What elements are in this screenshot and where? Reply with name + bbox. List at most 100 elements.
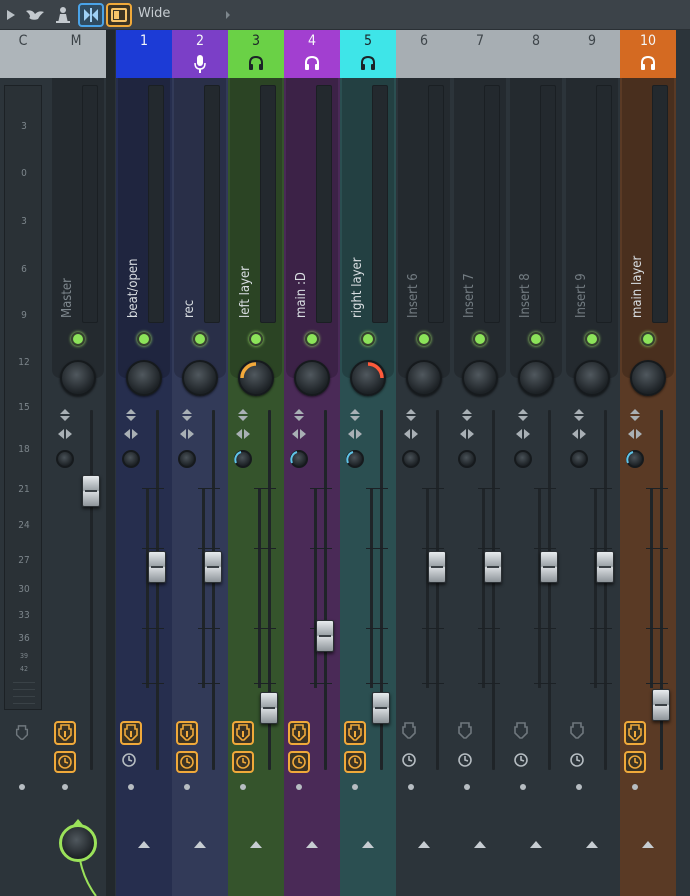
pan-knob[interactable] <box>126 360 162 396</box>
track-enable-led[interactable] <box>585 332 599 346</box>
track-dot[interactable] <box>632 784 638 790</box>
track-enable-led[interactable] <box>641 332 655 346</box>
route-button[interactable] <box>120 721 142 745</box>
track-name[interactable]: Insert 9 <box>574 273 590 318</box>
stereo-knob[interactable] <box>458 450 476 468</box>
master-volume-fader[interactable] <box>82 475 100 507</box>
track-enable-led[interactable] <box>137 332 151 346</box>
headphones-icon[interactable] <box>639 54 657 76</box>
master-dot[interactable] <box>62 784 68 790</box>
current-route-icon[interactable] <box>14 724 30 746</box>
pan-knob[interactable] <box>574 360 610 396</box>
track-name[interactable]: main layer <box>630 256 646 318</box>
master-route-button[interactable] <box>54 721 76 745</box>
swap-channels-icon[interactable] <box>179 428 195 440</box>
swap-channels-icon[interactable] <box>515 428 531 440</box>
delay-clock-icon[interactable] <box>344 751 366 773</box>
current-column-header[interactable]: C <box>0 30 46 78</box>
master-delay-clock-icon[interactable] <box>54 751 76 773</box>
stereo-separation-icon[interactable] <box>404 408 418 422</box>
stereo-separation-icon[interactable] <box>180 408 194 422</box>
swap-channels-icon[interactable] <box>459 428 475 440</box>
master-pan-knob[interactable] <box>60 360 96 396</box>
stereo-knob[interactable] <box>402 450 420 468</box>
insert-header-3[interactable]: 3 <box>228 30 284 78</box>
insert-header-10[interactable]: 10 <box>620 30 676 78</box>
track-name[interactable]: beat/open <box>126 258 142 318</box>
swap-channels-icon[interactable] <box>403 428 419 440</box>
route-button[interactable] <box>176 721 198 745</box>
track-dot[interactable] <box>128 784 134 790</box>
send-arrow-icon[interactable] <box>138 841 150 848</box>
volume-fader[interactable] <box>316 620 334 652</box>
headphones-icon[interactable] <box>247 54 265 76</box>
swap-channels-icon[interactable] <box>571 428 587 440</box>
track-name[interactable]: main :D <box>294 272 310 318</box>
send-arrow-icon[interactable] <box>642 841 654 848</box>
route-button[interactable] <box>344 721 366 745</box>
send-arrow-icon[interactable] <box>362 841 374 848</box>
delay-clock-icon[interactable] <box>176 751 198 773</box>
volume-fader[interactable] <box>204 551 222 583</box>
master-volume-knob[interactable] <box>59 824 97 862</box>
track-enable-led[interactable] <box>473 332 487 346</box>
delay-clock-icon[interactable] <box>624 751 646 773</box>
insert-header-8[interactable]: 8 <box>508 30 564 78</box>
route-button[interactable] <box>288 721 310 745</box>
stereo-separation-icon[interactable] <box>236 408 250 422</box>
volume-fader[interactable] <box>596 551 614 583</box>
volume-fader[interactable] <box>484 551 502 583</box>
mixer-divider[interactable] <box>106 30 115 896</box>
swap-channels-icon[interactable] <box>57 428 73 440</box>
swap-channels-icon[interactable] <box>347 428 363 440</box>
pan-knob[interactable] <box>518 360 554 396</box>
insert-header-9[interactable]: 9 <box>564 30 620 78</box>
send-arrow-icon[interactable] <box>586 841 598 848</box>
route-button[interactable] <box>624 721 646 745</box>
pan-knob[interactable] <box>294 360 330 396</box>
track-dot[interactable] <box>352 784 358 790</box>
send-arrow-icon[interactable] <box>474 841 486 848</box>
stereo-separation-icon[interactable] <box>516 408 530 422</box>
send-arrow-icon[interactable] <box>250 841 262 848</box>
microphone-icon[interactable] <box>193 54 207 78</box>
stereo-separation-icon[interactable] <box>58 408 72 422</box>
swap-channels-icon[interactable] <box>291 428 307 440</box>
volume-fader[interactable] <box>372 692 390 724</box>
track-name[interactable]: Insert 7 <box>462 273 478 318</box>
volume-fader[interactable] <box>428 551 446 583</box>
mixer-compact-icon[interactable] <box>106 3 132 27</box>
send-arrow-icon[interactable] <box>530 841 542 848</box>
track-dot[interactable] <box>240 784 246 790</box>
delay-clock-icon[interactable] <box>400 751 422 773</box>
insert-header-1[interactable]: 1 <box>116 30 172 78</box>
track-dot[interactable] <box>464 784 470 790</box>
track-enable-led[interactable] <box>249 332 263 346</box>
delay-clock-icon[interactable] <box>456 751 478 773</box>
volume-fader[interactable] <box>652 689 670 721</box>
stereo-knob[interactable] <box>514 450 532 468</box>
send-arrow-icon[interactable] <box>306 841 318 848</box>
master-header[interactable]: M <box>46 30 106 78</box>
play-arrow-icon[interactable] <box>4 3 18 27</box>
headphones-icon[interactable] <box>303 54 321 76</box>
track-name[interactable]: left layer <box>238 266 254 318</box>
route-button[interactable] <box>232 721 254 745</box>
volume-fader[interactable] <box>148 551 166 583</box>
track-name[interactable]: Insert 8 <box>518 273 534 318</box>
insert-header-5[interactable]: 5 <box>340 30 396 78</box>
swap-channels-icon[interactable] <box>123 428 139 440</box>
stereo-separation-icon[interactable] <box>572 408 586 422</box>
stereo-separation-icon[interactable] <box>460 408 474 422</box>
insert-header-6[interactable]: 6 <box>396 30 452 78</box>
bird-icon[interactable] <box>22 3 48 27</box>
view-mode-label[interactable]: Wide <box>138 5 170 23</box>
person-icon[interactable] <box>52 3 74 27</box>
stereo-separation-icon[interactable] <box>292 408 306 422</box>
stereo-knob[interactable] <box>122 450 140 468</box>
volume-fader[interactable] <box>260 692 278 724</box>
track-name[interactable]: rec <box>182 300 198 318</box>
delay-clock-icon[interactable] <box>568 751 590 773</box>
track-dot[interactable] <box>408 784 414 790</box>
swap-channels-icon[interactable] <box>627 428 643 440</box>
